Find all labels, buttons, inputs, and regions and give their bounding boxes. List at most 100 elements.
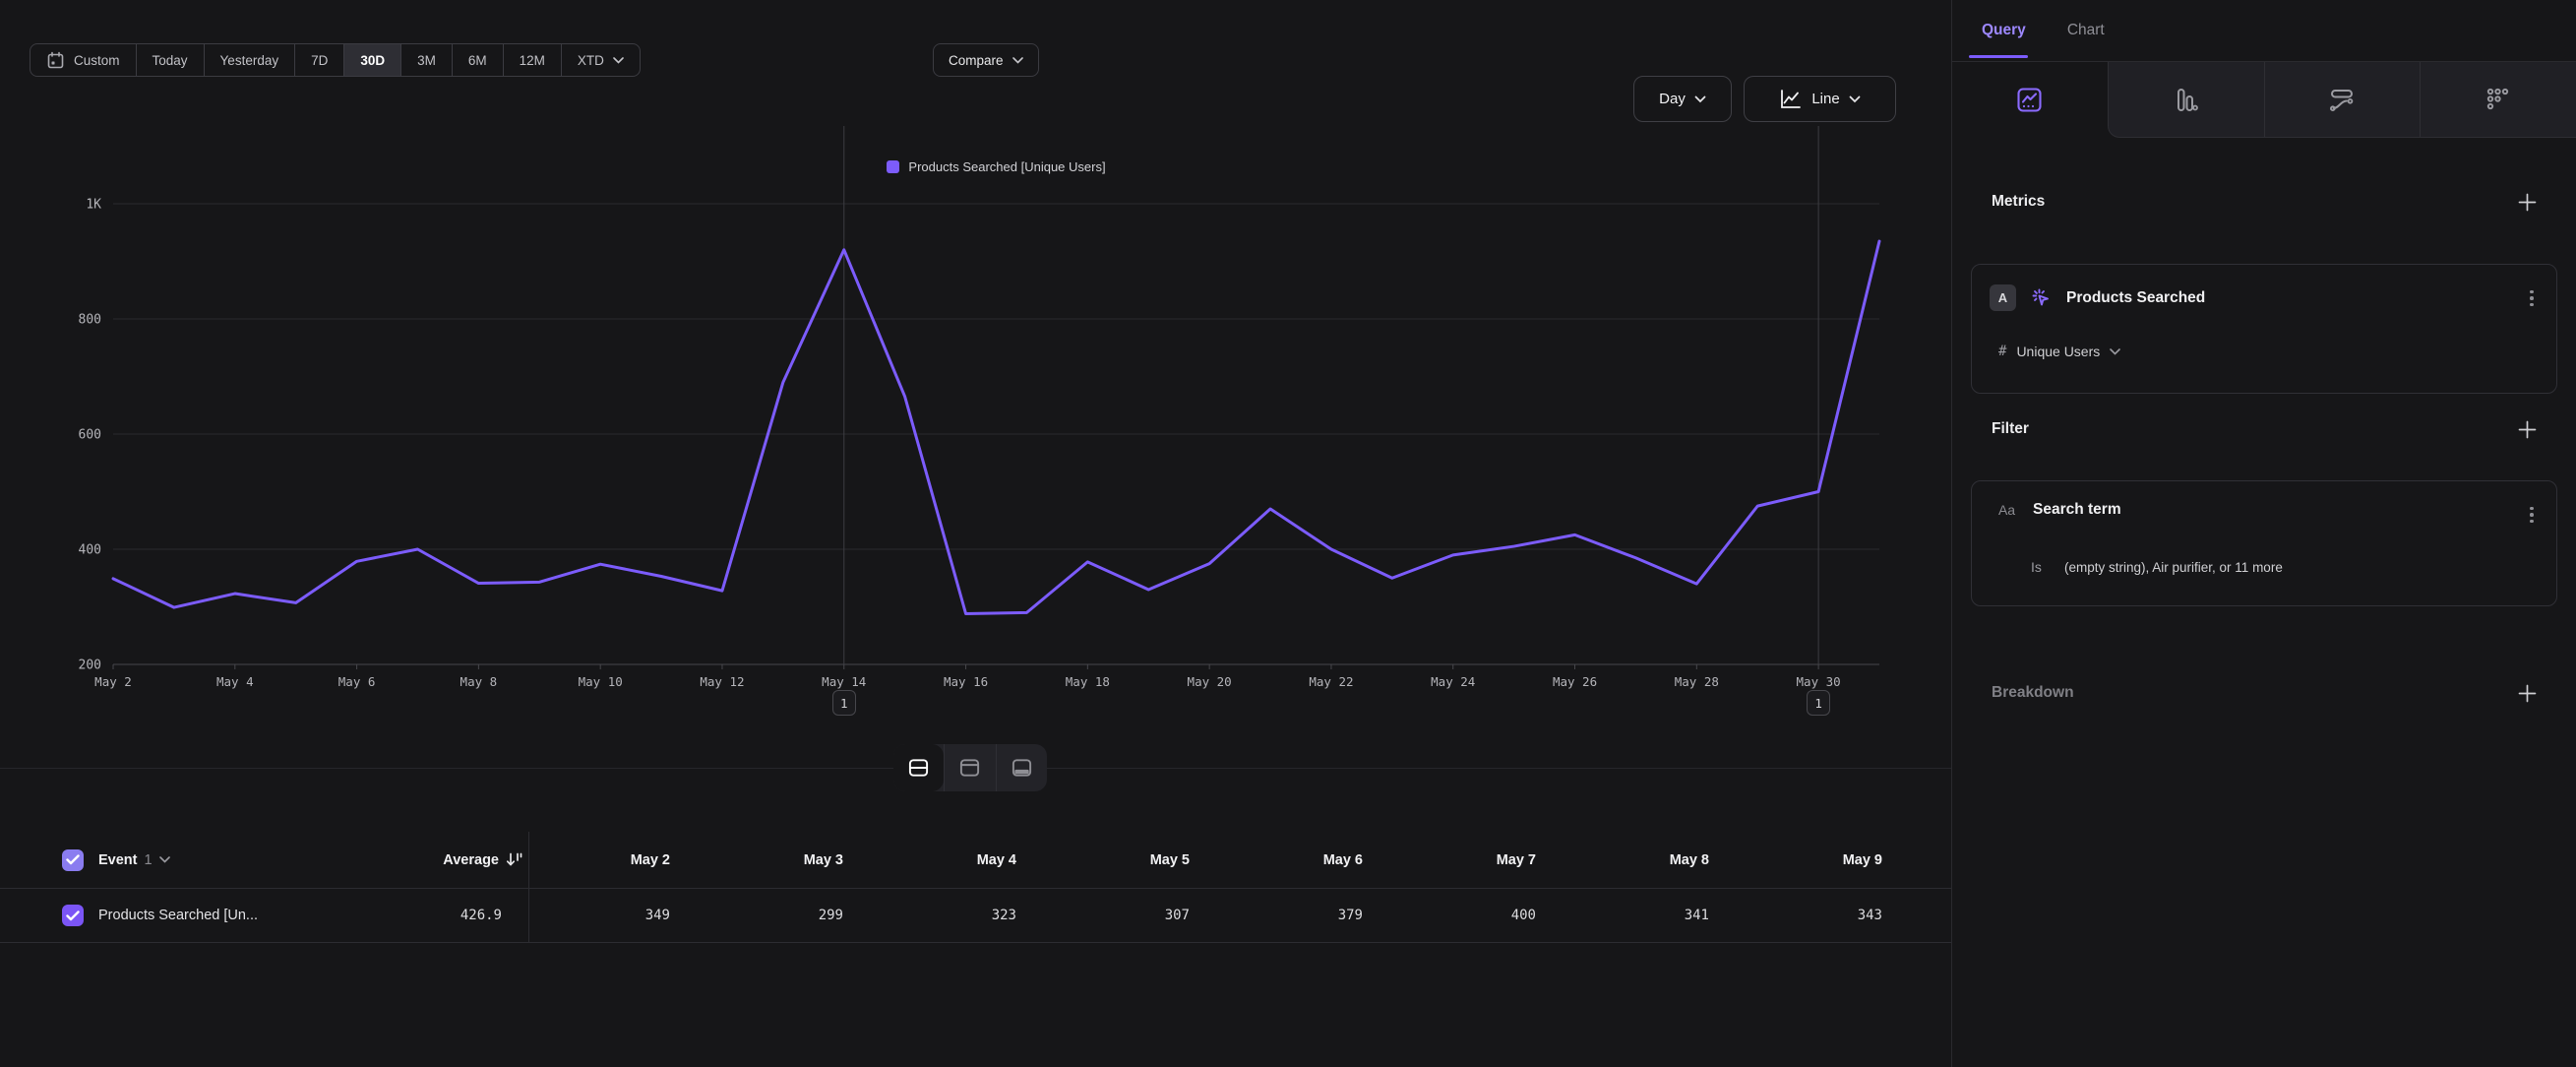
bar-chart-icon [2174, 87, 2198, 113]
x-axis-label: May 24 [1431, 674, 1475, 689]
line-chart[interactable]: 1K 800 600 400 200May 2 May 4 May 6 May 8 May 10… [0, 0, 1951, 748]
metric-options-button[interactable] [2521, 286, 2543, 310]
table-cell-value: 400 [1395, 908, 1568, 923]
x-axis-label: May 4 [216, 674, 254, 689]
event-cursor-icon [2029, 285, 2054, 310]
x-axis-label: May 14 [822, 674, 866, 689]
table-cell-value: 379 [1222, 908, 1395, 923]
aggregation-selector[interactable]: # Unique Users [1998, 344, 2120, 359]
tab-insights[interactable] [1952, 62, 2108, 138]
average-column-header[interactable]: Average [335, 851, 528, 868]
aggregation-label: Unique Users [2016, 344, 2100, 359]
y-axis-label: 200 [79, 659, 101, 673]
series-line [113, 241, 1879, 613]
chart-only-view-icon [958, 757, 981, 779]
date-column-header[interactable]: May 7 [1395, 852, 1568, 868]
filter-value[interactable]: (empty string), Air purifier, or 11 more [2064, 560, 2283, 575]
table-cell-value: 349 [529, 908, 703, 923]
date-column-header[interactable]: May 2 [529, 852, 703, 868]
row-average-value: 426.9 [335, 908, 528, 923]
row-checkbox[interactable] [62, 905, 84, 926]
retention-dots-icon [2485, 87, 2511, 112]
tab-flows[interactable] [2264, 62, 2421, 138]
tab-retention[interactable] [2420, 62, 2576, 138]
panel-header: Query Chart [1952, 0, 2576, 62]
y-axis-label: 800 [79, 313, 101, 328]
metrics-section-title: Metrics [1992, 193, 2045, 211]
x-axis-label: May 10 [579, 674, 623, 689]
aggregation-symbol: # [1998, 344, 2006, 359]
chart-only-view-button[interactable] [944, 744, 995, 791]
x-axis-label: May 16 [944, 674, 988, 689]
split-view-button[interactable] [893, 744, 944, 791]
x-axis-label: May 22 [1309, 674, 1353, 689]
plus-icon [2518, 420, 2537, 439]
filter-section-title: Filter [1992, 420, 2029, 438]
x-axis-label: May 28 [1675, 674, 1719, 689]
x-axis-label: May 26 [1553, 674, 1597, 689]
active-tab-underline [1969, 55, 2028, 58]
annotation-badge[interactable]: 1 [1807, 690, 1830, 716]
annotation-badge[interactable]: 1 [832, 690, 856, 716]
filter-operator[interactable]: Is [2031, 559, 2064, 575]
date-column-header[interactable]: May 6 [1222, 852, 1395, 868]
select-all-checkbox[interactable] [62, 849, 84, 871]
main-area: CustomTodayYesterday7D30D3M6M12MXTD Comp… [0, 0, 1951, 1067]
tab-query[interactable]: Query [1982, 22, 2026, 39]
flows-icon [2328, 87, 2356, 113]
insights-chart-icon [2016, 87, 2043, 113]
event-column-header[interactable]: Event 1 [98, 852, 335, 868]
x-axis-label: May 30 [1797, 674, 1841, 689]
add-metric-button[interactable] [2515, 190, 2539, 214]
date-column-header[interactable]: May 5 [1049, 852, 1222, 868]
breakdown-section-title: Breakdown [1992, 684, 2074, 702]
date-column-header[interactable]: May 8 [1568, 852, 1742, 868]
tab-chart[interactable]: Chart [2067, 22, 2105, 39]
table-cell-value: 307 [1049, 908, 1222, 923]
split-view-icon [907, 757, 930, 779]
metric-letter-badge: A [1990, 284, 2016, 311]
table-header-row: Event 1 Average May 2May 3May 4May 5May … [0, 832, 1951, 889]
table-cell-value: 343 [1742, 908, 1915, 923]
check-icon [66, 854, 80, 865]
y-axis-label: 600 [79, 428, 101, 443]
average-label: Average [443, 852, 499, 868]
chevron-down-icon [2110, 348, 2120, 355]
plus-icon [2518, 193, 2537, 212]
table-cell-value: 341 [1568, 908, 1742, 923]
layout-toggle [893, 744, 1047, 791]
x-axis-label: May 18 [1066, 674, 1110, 689]
table-cell-value: 299 [703, 908, 876, 923]
event-label: Event [98, 852, 138, 868]
table-cell-value: 323 [876, 908, 1049, 923]
row-event-name[interactable]: Products Searched [Un... [98, 908, 335, 923]
filter-options-button[interactable] [2521, 503, 2543, 527]
event-count: 1 [145, 852, 153, 868]
filter-card[interactable]: Aa Search term Is (empty string), Air pu… [1971, 480, 2557, 606]
table-only-view-icon [1011, 757, 1033, 779]
date-column-header[interactable]: May 9 [1742, 852, 1915, 868]
table-row: Products Searched [Un... 426.9 349299323… [0, 889, 1951, 943]
check-icon [66, 910, 80, 921]
table-only-view-button[interactable] [996, 744, 1047, 791]
metric-name: Products Searched [2066, 289, 2205, 307]
date-column-header[interactable]: May 3 [703, 852, 876, 868]
y-axis-label: 1K [86, 198, 101, 213]
results-table: Event 1 Average May 2May 3May 4May 5May … [0, 832, 1951, 943]
add-filter-button[interactable] [2515, 417, 2539, 441]
x-axis-label: May 20 [1188, 674, 1232, 689]
x-axis-label: May 6 [338, 674, 376, 689]
x-axis-label: May 8 [460, 674, 498, 689]
query-panel: Query Chart [1951, 0, 2576, 1067]
date-column-header[interactable]: May 4 [876, 852, 1049, 868]
sort-descending-icon [506, 851, 522, 868]
add-breakdown-button[interactable] [2515, 681, 2539, 705]
metric-card[interactable]: A Products Searched # Unique Users [1971, 264, 2557, 394]
y-axis-label: 400 [79, 543, 101, 558]
plus-icon [2518, 684, 2537, 703]
chevron-down-icon [159, 856, 170, 863]
report-type-tabs [1952, 62, 2576, 138]
x-axis-label: May 2 [94, 674, 132, 689]
filter-property-name: Search term [2033, 501, 2121, 519]
tab-funnels[interactable] [2108, 62, 2264, 138]
